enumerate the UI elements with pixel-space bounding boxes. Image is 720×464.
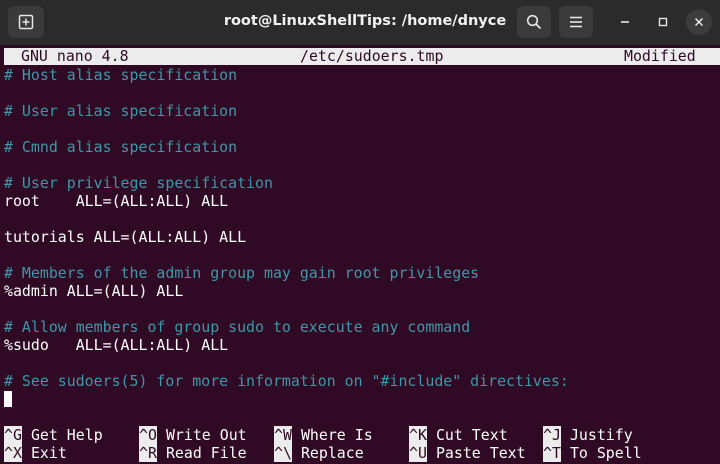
shortcut-justify[interactable]: ^J Justify: [543, 426, 633, 444]
comment-line: # Allow members of group sudo to execute…: [4, 318, 471, 336]
blank-line: [4, 354, 718, 372]
shortcut-key: ^R: [139, 444, 157, 462]
shortcut-key: ^X: [4, 444, 22, 462]
shortcut-key: ^U: [409, 444, 427, 462]
window-titlebar: root@LinuxShellTips: /home/dnyce: [0, 0, 720, 45]
blank-line: [4, 84, 718, 102]
cursor-line: [4, 390, 718, 408]
shortcut-paste-text[interactable]: ^U Paste Text: [409, 444, 526, 462]
shortcut-label: Where Is: [300, 426, 373, 444]
code-line: %admin ALL=(ALL) ALL: [4, 282, 184, 300]
minimize-icon: [621, 21, 629, 23]
shortcut-read-file[interactable]: ^R Read File: [139, 444, 247, 462]
shortcut-label: Exit: [30, 444, 67, 462]
shortcut-key: ^K: [409, 426, 427, 444]
nano-status-bar: GNU nano 4.8 /etc/sudoers.tmp Modified: [4, 48, 720, 65]
shortcut-to-spell[interactable]: ^T To Spell: [543, 444, 642, 462]
shortcut-cut-text[interactable]: ^K Cut Text: [409, 426, 508, 444]
shortcut-where-is[interactable]: ^W Where Is: [274, 426, 373, 444]
editor-buffer[interactable]: # Host alias specification # User alias s…: [4, 66, 718, 408]
comment-line: # Members of the admin group may gain ro…: [4, 264, 480, 282]
shortcut-label: Write Out: [165, 426, 247, 444]
blank-line: [4, 120, 718, 138]
shortcut-key: ^J: [543, 426, 561, 444]
code-line: tutorials ALL=(ALL:ALL) ALL: [4, 228, 247, 246]
shortcut-key: ^\: [274, 444, 292, 462]
shortcut-label: Justify: [569, 426, 633, 444]
shortcut-replace[interactable]: ^\ Replace: [274, 444, 364, 462]
nano-version: GNU nano 4.8: [21, 47, 129, 65]
comment-line: # User alias specification: [4, 102, 238, 120]
nano-modified-state: Modified: [624, 47, 696, 65]
shortcut-exit[interactable]: ^X Exit: [4, 444, 67, 462]
shortcut-write-out[interactable]: ^O Write Out: [139, 426, 247, 444]
search-icon: [526, 14, 542, 30]
maximize-button[interactable]: [650, 9, 676, 35]
window-title: root@LinuxShellTips: /home/dnyce: [223, 13, 507, 29]
shortcut-label: To Spell: [569, 444, 642, 462]
hamburger-menu-icon: [570, 16, 582, 28]
blank-line: [4, 246, 718, 264]
shortcut-label: Cut Text: [435, 426, 508, 444]
nano-filename: /etc/sudoers.tmp: [300, 47, 444, 65]
shortcut-label: Get Help: [30, 426, 103, 444]
blank-line: [4, 210, 718, 228]
shortcut-label: Replace: [300, 444, 364, 462]
shortcut-key: ^W: [274, 426, 292, 444]
menu-button[interactable]: [559, 6, 593, 38]
comment-line: # See sudoers(5) for more information on…: [4, 372, 569, 390]
shortcut-key: ^T: [543, 444, 561, 462]
shortcut-key: ^O: [139, 426, 157, 444]
shortcut-key: ^G: [4, 426, 22, 444]
comment-line: # Cmnd alias specification: [4, 138, 238, 156]
blank-line: [4, 156, 718, 174]
close-icon: [694, 17, 704, 27]
terminal-area[interactable]: GNU nano 4.8 /etc/sudoers.tmp Modified #…: [0, 45, 720, 464]
blank-line: [4, 300, 718, 318]
maximize-icon: [658, 17, 668, 27]
text-cursor: [4, 391, 12, 407]
nano-shortcut-bar: ^G Get Help ^O Write Out ^W Where Is ^K Cut Tex…: [4, 426, 718, 462]
shortcut-get-help[interactable]: ^G Get Help: [4, 426, 103, 444]
shortcut-label: Paste Text: [435, 444, 526, 462]
comment-line: # Host alias specification: [4, 66, 238, 84]
minimize-button[interactable]: [612, 9, 638, 35]
new-tab-button[interactable]: [8, 6, 44, 38]
code-line: root ALL=(ALL:ALL) ALL: [4, 192, 229, 210]
new-tab-icon: [18, 14, 34, 30]
close-button[interactable]: [686, 9, 712, 35]
search-button[interactable]: [517, 6, 551, 38]
comment-line: # User privilege specification: [4, 174, 273, 192]
shortcut-label: Read File: [165, 444, 247, 462]
code-line: %sudo ALL=(ALL:ALL) ALL: [4, 336, 229, 354]
